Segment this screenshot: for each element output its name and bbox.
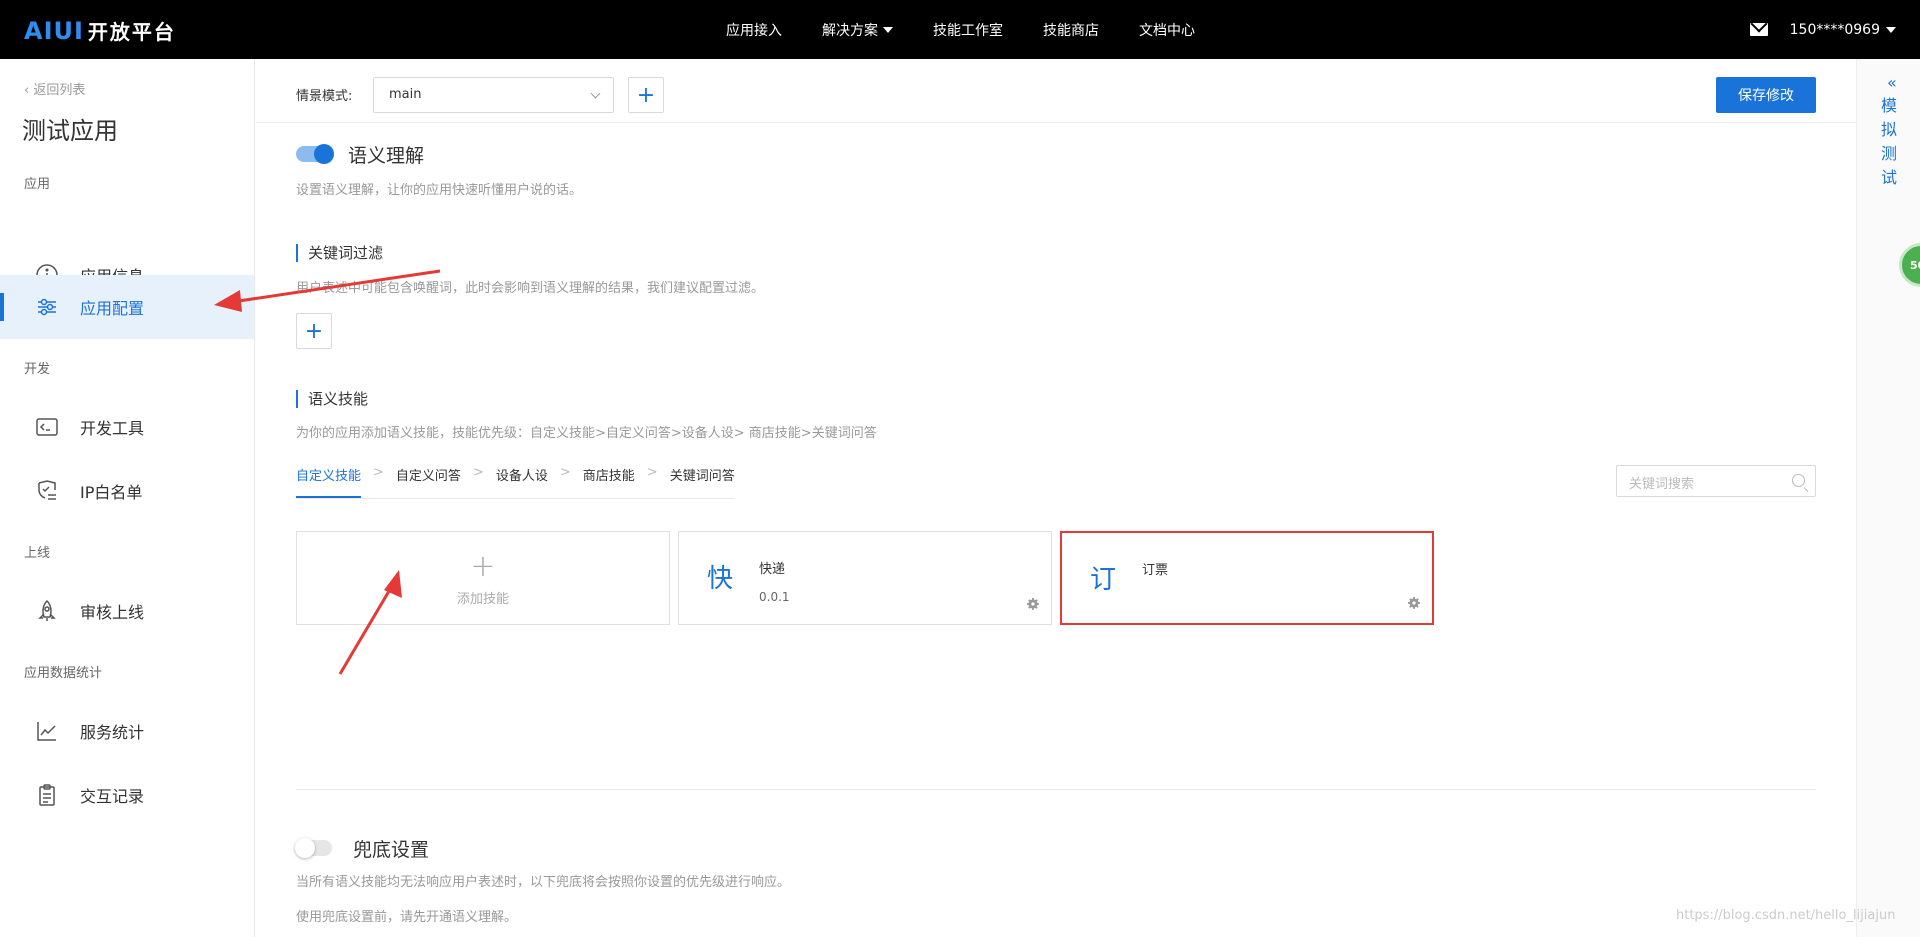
sidebar-item-label: 交互记录 [80, 787, 145, 806]
sidebar-item-label: 服务统计 [80, 723, 145, 742]
back-to-list-link[interactable]: ‹ 返回列表 [24, 79, 85, 98]
fallback-note: 使用兜底设置前，请先开通语义理解。 [296, 910, 518, 925]
chart-line-icon [34, 718, 60, 744]
sidebar-item-review-online[interactable]: 审核上线 [0, 579, 254, 643]
scene-label: 情景模式: [296, 89, 353, 104]
scene-select[interactable]: main [373, 77, 614, 113]
nav-label: 技能工作室 [933, 22, 1003, 39]
simulate-test-panel-toggle[interactable]: « 模拟测试 [1856, 59, 1920, 937]
add-skill-label: 添加技能 [456, 592, 509, 607]
sidebar-item-interaction-log[interactable]: 交互记录 [0, 763, 254, 827]
tab-separator: > [373, 465, 384, 480]
nav-item-docs[interactable]: 文档中心 [1139, 20, 1195, 40]
keyword-filter-title: 关键词过滤 [296, 244, 383, 262]
chevron-down-icon [590, 88, 601, 99]
nav-item-solutions[interactable]: 解决方案 [822, 20, 893, 40]
skill-card-express[interactable]: 快 快递 0.0.1 [678, 531, 1052, 625]
caret-down-icon[interactable] [1886, 26, 1896, 33]
clipboard-icon [34, 782, 60, 808]
tab-separator: > [559, 465, 571, 480]
logo-mark: AIUI [24, 16, 84, 45]
sidebar-item-app-config[interactable]: 应用配置 [0, 275, 254, 339]
search-icon[interactable] [1792, 474, 1805, 487]
skill-tabs: 自定义技能 > 自定义问答 > 设备人设 > 商店技能 > 关键词问答 [296, 465, 735, 499]
add-skill-card[interactable]: + 添加技能 [296, 531, 670, 625]
tab-custom-skills[interactable]: 自定义技能 [296, 465, 362, 498]
nav-item-skill-studio[interactable]: 技能工作室 [933, 20, 1003, 40]
section-label-dev: 开发 [24, 362, 51, 377]
plus-icon: + [470, 549, 496, 584]
sidebar-item-ip-whitelist[interactable]: IP白名单 [0, 459, 254, 523]
skills-title: 语义技能 [296, 390, 368, 408]
semantic-title: 语义理解 [348, 145, 425, 167]
keyword-filter-desc: 用户表述中可能包含唤醒词，此时会影响到语义理解的结果，我们建议配置过滤。 [296, 281, 765, 296]
toggle-knob [314, 144, 334, 164]
app-title: 测试应用 [22, 117, 118, 145]
main-content: 情景模式: main + 保存修改 语义理解 设置语义理解，让你的应用快速听懂用… [256, 59, 1856, 937]
watermark: https://blog.csdn.net/hello_lijiajun [1676, 908, 1896, 923]
nav-item-skill-store[interactable]: 技能商店 [1043, 20, 1099, 40]
sidebar-item-label: IP白名单 [80, 483, 143, 502]
nav-label: 应用接入 [726, 22, 782, 39]
skill-glyph: 订 [1090, 565, 1117, 595]
semantic-desc: 设置语义理解，让你的应用快速听懂用户说的话。 [296, 183, 583, 198]
nav-label: 技能商店 [1043, 22, 1099, 39]
tab-keyword-qa[interactable]: 关键词问答 [670, 465, 735, 496]
skill-name: 订票 [1142, 563, 1169, 578]
double-chevron-left-icon[interactable]: « [1887, 73, 1897, 92]
user-account[interactable]: 150****0969 [1790, 22, 1880, 38]
add-scene-button[interactable]: + [628, 77, 664, 113]
sidebar: ‹ 返回列表 测试应用 应用 应用信息 应用配置 开发 开发工具 IP白名单 上… [0, 59, 255, 937]
save-changes-button[interactable]: 保存修改 [1716, 77, 1816, 113]
skill-search-input[interactable]: 关键词搜索 [1616, 465, 1816, 497]
add-keyword-filter-button[interactable]: + [296, 313, 332, 349]
back-label: 返回列表 [33, 83, 86, 98]
section-label-app: 应用 [24, 177, 51, 192]
logo-name: 开放平台 [87, 20, 176, 44]
nav-label: 解决方案 [822, 22, 878, 39]
shield-list-icon [34, 478, 60, 504]
toggle-knob [295, 838, 315, 858]
tab-separator: > [646, 465, 658, 480]
rocket-icon [34, 598, 60, 624]
skills-desc: 为你的应用添加语义技能，技能优先级：自定义技能>自定义问答>设备人设> 商店技能… [296, 426, 877, 441]
section-label-stats: 应用数据统计 [24, 666, 103, 681]
simulate-test-label[interactable]: 模拟测试 [1881, 94, 1901, 190]
user-menu[interactable]: 150****0969 [1749, 0, 1896, 59]
fallback-toggle[interactable] [295, 838, 332, 858]
semantic-toggle[interactable] [296, 144, 334, 164]
tab-custom-qa[interactable]: 自定义问答 [396, 465, 461, 496]
fallback-desc: 当所有语义技能均无法响应用户表述时，以下兜底将会按照你设置的优先级进行响应。 [296, 875, 791, 890]
section-label-online: 上线 [24, 546, 51, 561]
gear-icon[interactable] [1406, 595, 1422, 611]
skill-version: 0.0.1 [759, 590, 790, 604]
search-placeholder: 关键词搜索 [1629, 477, 1695, 492]
nav-item-app-access[interactable]: 应用接入 [726, 20, 782, 40]
caret-down-icon [883, 26, 893, 33]
scene-toolbar: 情景模式: main + 保存修改 [256, 59, 1856, 123]
scene-select-value: main [389, 87, 422, 102]
skill-glyph: 快 [707, 564, 734, 594]
sidebar-item-label: 审核上线 [80, 603, 145, 622]
sidebar-item-label: 应用配置 [80, 299, 145, 318]
tab-separator: > [472, 465, 484, 480]
mail-icon[interactable] [1749, 23, 1768, 36]
gear-icon[interactable] [1025, 596, 1041, 612]
sidebar-item-dev-tools[interactable]: 开发工具 [0, 395, 254, 459]
sidebar-item-label: 开发工具 [80, 419, 145, 438]
sidebar-item-service-stats[interactable]: 服务统计 [0, 699, 254, 763]
fallback-title: 兜底设置 [353, 839, 430, 861]
logo[interactable]: AIUI 开放平台 [24, 16, 176, 45]
terminal-icon [34, 414, 60, 440]
main-nav: 应用接入 解决方案 技能工作室 技能商店 文档中心 [726, 0, 1235, 59]
nav-label: 文档中心 [1139, 22, 1195, 39]
skill-name: 快递 [759, 562, 786, 577]
tab-store-skills[interactable]: 商店技能 [583, 465, 635, 496]
top-navbar: AIUI 开放平台 应用接入 解决方案 技能工作室 技能商店 文档中心 150*… [0, 0, 1920, 59]
skill-card-ticket[interactable]: 订 订票 [1060, 531, 1434, 625]
section-divider [296, 789, 1816, 790]
tab-device-persona[interactable]: 设备人设 [496, 465, 548, 496]
sliders-icon [34, 294, 60, 320]
